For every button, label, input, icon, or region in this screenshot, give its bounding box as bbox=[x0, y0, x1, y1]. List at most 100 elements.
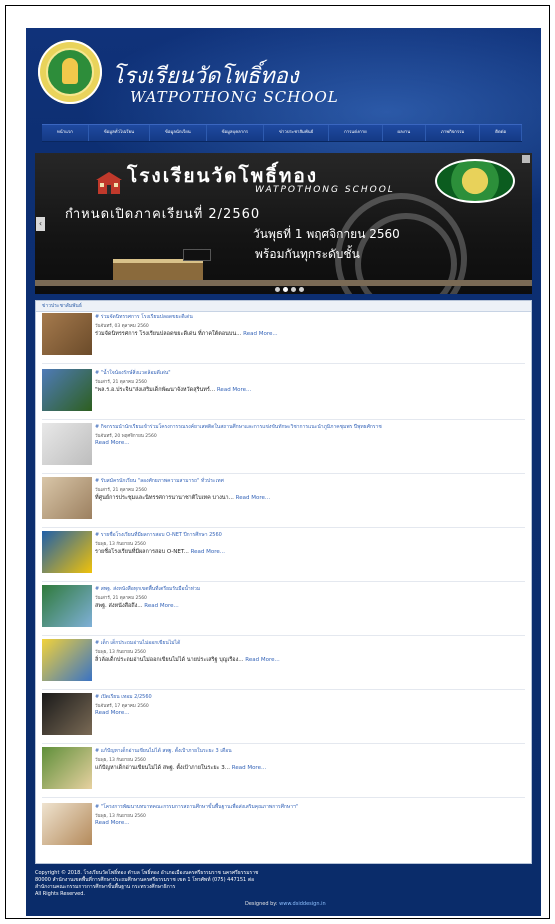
news-item[interactable]: # "โครงการพัฒนาบทบาทคณะกรรมการสถานศึกษาข… bbox=[42, 803, 524, 853]
news-title[interactable]: # รายชื่อโรงเรียนที่มีผลการสอบ O-NET ปีก… bbox=[95, 531, 515, 539]
news-summary: ลิ่วล้อเด็กประถมอ่านไม่ออกเขียนไม่ได้ นา… bbox=[95, 656, 515, 664]
read-more-link[interactable]: Read More... bbox=[144, 603, 178, 609]
grid-toggle-icon[interactable] bbox=[522, 155, 530, 163]
slider-dot[interactable] bbox=[275, 287, 280, 292]
read-more-link[interactable]: Read More... bbox=[245, 657, 279, 663]
news-title[interactable]: # ร่วมจัดนิทรรศการ โรงเรียนปลอดขยะดีเด่น bbox=[95, 313, 515, 321]
news-thumbnail[interactable] bbox=[42, 369, 92, 411]
news-title[interactable]: # สพฐ. ส่งหนังสือทุกเขตพื้นที่เตรียมรับม… bbox=[95, 585, 515, 593]
designer-link[interactable]: www.dsiddesign.in bbox=[279, 901, 325, 907]
news-date: วันเสาร์, 21 ตุลาคม 2560 bbox=[95, 596, 147, 601]
nav-gallery[interactable]: ภาพกิจกรรม bbox=[426, 125, 481, 141]
news-divider bbox=[42, 743, 525, 744]
news-date: วันเสาร์, 21 ตุลาคม 2560 bbox=[95, 488, 147, 493]
site-footer: Copyright © 2018. โรงเรียนวัดโพธิ์ทอง ตำ… bbox=[35, 870, 532, 910]
news-summary-text: ลิ่วล้อเด็กประถมอ่านไม่ออกเขียนไม่ได้ นา… bbox=[95, 657, 246, 663]
banner-slider[interactable]: โรงเรียนวัดโพธิ์ทอง WATPOTHONG SCHOOL กำ… bbox=[35, 153, 532, 294]
read-more-link[interactable]: Read More... bbox=[95, 440, 129, 446]
news-summary: Read More... bbox=[95, 440, 515, 446]
news-date: วันพุธ, 13 กันยายน 2560 bbox=[95, 758, 146, 763]
news-thumbnail[interactable] bbox=[42, 477, 92, 519]
news-summary: ร่วมจัดนิทรรศการ โรงเรียนปลอดขยะดีเด่น ท… bbox=[95, 330, 515, 338]
slider-dot[interactable] bbox=[299, 287, 304, 292]
news-thumbnail[interactable] bbox=[42, 313, 92, 355]
slider-dot[interactable] bbox=[283, 287, 288, 292]
news-item[interactable]: # รับสมัครนักเรียน "ลองศักยภาพความสามารถ… bbox=[42, 477, 524, 527]
footer-rights: All Rights Reserved. bbox=[35, 891, 86, 897]
news-summary-text: ที่ศูนย์การประชุมและนิทรรศการนานาชาติไบเ… bbox=[95, 495, 236, 501]
slider-prev-button[interactable]: ‹ bbox=[36, 217, 45, 231]
news-item[interactable]: # ร่วมจัดนิทรรศการ โรงเรียนปลอดขยะดีเด่น… bbox=[42, 313, 524, 363]
news-text: # เด็ก เด็กประถมอ่านไม่ออกเขียนไม่ได้วัน… bbox=[95, 639, 515, 664]
news-item[interactable]: # เด็ก เด็กประถมอ่านไม่ออกเขียนไม่ได้วัน… bbox=[42, 639, 524, 689]
news-thumbnail[interactable] bbox=[42, 693, 92, 735]
news-text: # ร่วมจัดนิทรรศการ โรงเรียนปลอดขยะดีเด่น… bbox=[95, 313, 515, 338]
read-more-link[interactable]: Read More... bbox=[232, 765, 266, 771]
read-more-link[interactable]: Read More... bbox=[191, 549, 225, 555]
news-title[interactable]: # กิจกรรมนำนักเรียนเข้าร่วมโครงการรณรงค์… bbox=[95, 423, 515, 431]
news-item[interactable]: # "น้ำใจน้องรักษ์สิ่งแวดล้อมดีเด่น" วันเส… bbox=[42, 369, 524, 419]
news-title[interactable]: # เปิดเรียน เทอม 2/2560 bbox=[95, 693, 515, 701]
news-text: # สพฐ. ส่งหนังสือทุกเขตพื้นที่เตรียมรับม… bbox=[95, 585, 515, 610]
news-date: วันจันทร์, 17 ตุลาคม 2560 bbox=[95, 704, 149, 709]
read-more-link[interactable]: Read More... bbox=[95, 820, 129, 826]
news-date: วันพุธ, 13 กันยายน 2560 bbox=[95, 542, 146, 547]
news-item[interactable]: # กิจกรรมนำนักเรียนเข้าร่วมโครงการรณรงค์… bbox=[42, 423, 524, 473]
news-heading: ข่าวประชาสัมพันธ์ bbox=[36, 301, 531, 312]
news-divider bbox=[42, 363, 525, 364]
news-title[interactable]: # แก้ปัญหาเด็กอ่านเขียนไม่ได้ สพฐ. ตั้งเ… bbox=[95, 747, 515, 755]
news-title[interactable]: # รับสมัครนักเรียน "ลองศักยภาพความสามารถ… bbox=[95, 477, 515, 485]
news-thumbnail[interactable] bbox=[42, 423, 92, 465]
news-text: # รับสมัครนักเรียน "ลองศักยภาพความสามารถ… bbox=[95, 477, 515, 502]
slider-pagination bbox=[275, 287, 304, 292]
school-building-icon bbox=[96, 172, 122, 194]
nav-students[interactable]: ข้อมูลนักเรียน bbox=[150, 125, 207, 141]
news-thumbnail[interactable] bbox=[42, 531, 92, 573]
chalkboard-ledge bbox=[35, 280, 532, 286]
news-thumbnail[interactable] bbox=[42, 639, 92, 681]
nav-achievements[interactable]: ผลงาน bbox=[383, 125, 427, 141]
school-logo[interactable] bbox=[38, 40, 102, 104]
news-thumbnail[interactable] bbox=[42, 585, 92, 627]
nav-news[interactable]: ข่าวประชาสัมพันธ์ bbox=[264, 125, 330, 141]
nav-home[interactable]: หน้าแรก bbox=[42, 125, 89, 141]
read-more-link[interactable]: Read More... bbox=[243, 331, 277, 337]
graduation-cap-icon bbox=[183, 249, 211, 261]
news-summary-text: ร่วมจัดนิทรรศการ โรงเรียนปลอดขยะดีเด่น ท… bbox=[95, 331, 244, 337]
nav-general-info[interactable]: ข้อมูลทั่วไปเรียน bbox=[89, 125, 150, 141]
news-item[interactable]: # เปิดเรียน เทอม 2/2560 วันจันทร์, 17 ตุล… bbox=[42, 693, 524, 743]
news-item[interactable]: # สพฐ. ส่งหนังสือทุกเขตพื้นที่เตรียมรับม… bbox=[42, 585, 524, 635]
news-summary: "พล.ร.อ.ประจิน"ส่งเสริมเด็กพัฒนาจังหวัดส… bbox=[95, 386, 515, 394]
read-more-link[interactable]: Read More... bbox=[236, 495, 270, 501]
books-illustration bbox=[113, 259, 203, 281]
banner-line-date: วันพุธที่ 1 พฤศจิกายน 2560 bbox=[253, 227, 400, 241]
main-nav: หน้าแรก ข้อมูลทั่วไปเรียน ข้อมูลนักเรียน… bbox=[42, 124, 523, 142]
news-summary: Read More... bbox=[95, 710, 515, 716]
news-divider bbox=[42, 635, 525, 636]
nav-uniform[interactable]: การแต่งกาย bbox=[329, 125, 383, 141]
news-item[interactable]: # รายชื่อโรงเรียนที่มีผลการสอบ O-NET ปีก… bbox=[42, 531, 524, 581]
news-date: วันพุธ, 13 กันยายน 2560 bbox=[95, 650, 146, 655]
news-item[interactable]: # แก้ปัญหาเด็กอ่านเขียนไม่ได้ สพฐ. ตั้งเ… bbox=[42, 747, 524, 797]
news-divider bbox=[42, 419, 525, 420]
page-frame: โรงเรียนวัดโพธิ์ทอง WATPOTHONG SCHOOL หน… bbox=[5, 5, 550, 919]
news-title[interactable]: # เด็ก เด็กประถมอ่านไม่ออกเขียนไม่ได้ bbox=[95, 639, 515, 647]
news-divider bbox=[42, 527, 525, 528]
read-more-link[interactable]: Read More... bbox=[217, 387, 251, 393]
nav-contact[interactable]: ติดต่อ bbox=[480, 125, 523, 141]
news-title[interactable]: # "โครงการพัฒนาบทบาทคณะกรรมการสถานศึกษาข… bbox=[95, 803, 515, 811]
news-thumbnail[interactable] bbox=[42, 747, 92, 789]
read-more-link[interactable]: Read More... bbox=[95, 710, 129, 716]
footer-office: สำนักงานคณะกรรมการการศึกษาขั้นพื้นฐาน กร… bbox=[35, 884, 176, 890]
news-summary: รายชื่อโรงเรียนที่มีผลการสอบ O-NET... Re… bbox=[95, 548, 515, 556]
news-date: วันจันทร์, 03 ตุลาคม 2560 bbox=[95, 324, 149, 329]
slider-dot[interactable] bbox=[291, 287, 296, 292]
footer-copyright: Copyright © 2018. โรงเรียนวัดโพธิ์ทอง ตำ… bbox=[35, 870, 259, 876]
site-header: โรงเรียนวัดโพธิ์ทอง WATPOTHONG SCHOOL bbox=[26, 28, 541, 106]
news-text: # "โครงการพัฒนาบทบาทคณะกรรมการสถานศึกษาข… bbox=[95, 803, 515, 826]
news-thumbnail[interactable] bbox=[42, 803, 92, 845]
site-page: โรงเรียนวัดโพธิ์ทอง WATPOTHONG SCHOOL หน… bbox=[26, 28, 541, 916]
nav-staff[interactable]: ข้อมูลบุคลากร bbox=[207, 125, 265, 141]
news-title[interactable]: # "น้ำใจน้องรักษ์สิ่งแวดล้อมดีเด่น" bbox=[95, 369, 515, 377]
banner-line-all-levels: พร้อมกันทุกระดับชั้น bbox=[255, 247, 360, 261]
